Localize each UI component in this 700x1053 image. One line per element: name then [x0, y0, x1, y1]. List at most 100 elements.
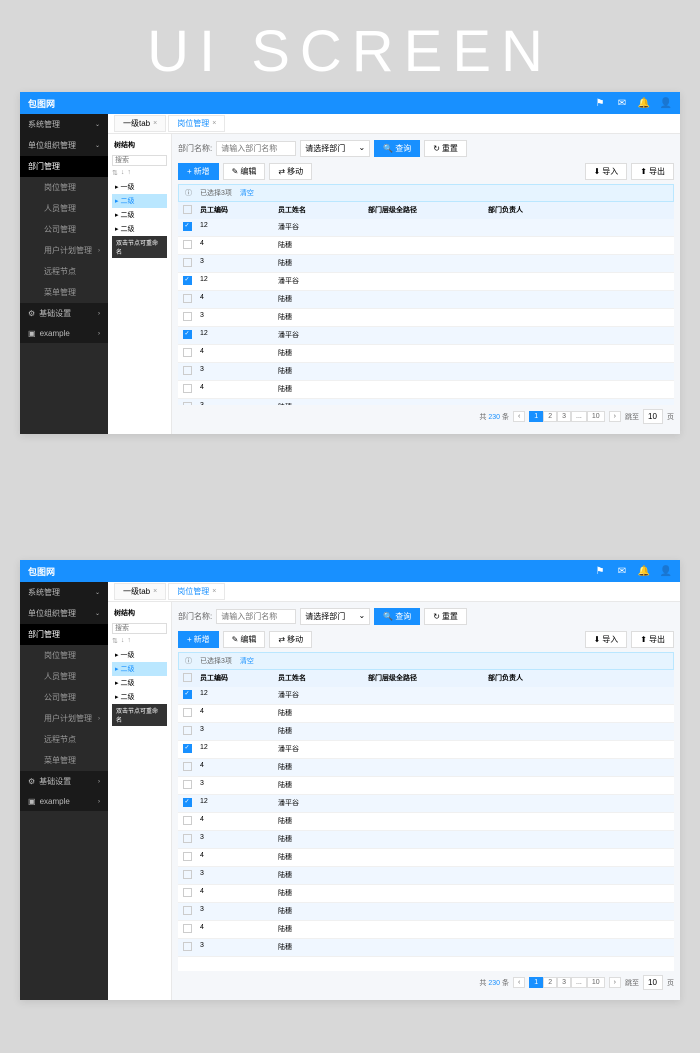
down-icon[interactable]: ↓	[121, 169, 125, 177]
sidebar-item[interactable]: 系统管理⌄	[20, 114, 108, 135]
sidebar-item[interactable]: 菜单管理	[20, 282, 108, 303]
import-button[interactable]: ⬇导入	[585, 163, 628, 180]
page-button[interactable]: 10	[587, 977, 605, 988]
collapse-icon[interactable]: ⇅	[112, 169, 118, 177]
reset-button[interactable]: ↻重置	[424, 140, 467, 157]
table-row[interactable]: 3陆穗	[178, 777, 674, 795]
row-checkbox[interactable]	[183, 888, 192, 897]
row-checkbox[interactable]	[183, 906, 192, 915]
col-dept-owner[interactable]: 部门负责人	[484, 202, 674, 219]
row-checkbox[interactable]	[183, 744, 192, 753]
table-row[interactable]: 12潘平谷	[178, 687, 674, 705]
page-button[interactable]: 1	[529, 411, 543, 422]
row-checkbox[interactable]	[183, 276, 192, 285]
user-icon[interactable]: 👤	[660, 565, 672, 577]
sidebar-item[interactable]: 部门管理	[20, 156, 108, 177]
page-button[interactable]: ...	[571, 977, 587, 988]
add-button[interactable]: +新增	[178, 631, 219, 648]
tree-node[interactable]: ▸ 一级	[112, 648, 167, 662]
row-checkbox[interactable]	[183, 240, 192, 249]
move-button[interactable]: ⇄移动	[269, 163, 312, 180]
row-checkbox[interactable]	[183, 870, 192, 879]
col-dept-path[interactable]: 部门层级全路径	[364, 202, 484, 219]
prev-page[interactable]: ‹	[513, 411, 525, 422]
up-icon[interactable]: ↑	[127, 169, 131, 177]
row-checkbox[interactable]	[183, 924, 192, 933]
row-checkbox[interactable]	[183, 798, 192, 807]
table-row[interactable]: 12潘平谷	[178, 219, 674, 237]
sidebar-item[interactable]: 公司管理	[20, 687, 108, 708]
prev-page[interactable]: ‹	[513, 977, 525, 988]
row-checkbox[interactable]	[183, 726, 192, 735]
search-button[interactable]: 🔍查询	[374, 140, 420, 157]
up-icon[interactable]: ↑	[127, 637, 131, 645]
sidebar-item[interactable]: 人员管理	[20, 198, 108, 219]
sidebar-item[interactable]: 远程节点	[20, 261, 108, 282]
table-row[interactable]: 4陆穗	[178, 921, 674, 939]
user-icon[interactable]: 👤	[660, 97, 672, 109]
row-checkbox[interactable]	[183, 294, 192, 303]
select-all-checkbox[interactable]	[183, 673, 192, 682]
export-button[interactable]: ⬆导出	[631, 163, 674, 180]
row-checkbox[interactable]	[183, 762, 192, 771]
row-checkbox[interactable]	[183, 222, 192, 231]
bell-icon[interactable]: 🔔	[638, 565, 650, 577]
sidebar-item[interactable]: 岗位管理	[20, 177, 108, 198]
table-row[interactable]: 12潘平谷	[178, 273, 674, 291]
col-dept-owner[interactable]: 部门负责人	[484, 670, 674, 687]
select-all-checkbox[interactable]	[183, 205, 192, 214]
tab[interactable]: 岗位管理×	[168, 583, 225, 600]
row-checkbox[interactable]	[183, 330, 192, 339]
sidebar-item[interactable]: ⚙基础设置›	[20, 771, 108, 792]
table-row[interactable]: 3陆穗	[178, 723, 674, 741]
close-icon[interactable]: ×	[212, 588, 216, 595]
tree-node[interactable]: ▸ 一级	[112, 180, 167, 194]
table-row[interactable]: 3陆穗	[178, 939, 674, 957]
clear-selection[interactable]: 清空	[240, 656, 254, 666]
table-row[interactable]: 3陆穗	[178, 363, 674, 381]
col-dept-path[interactable]: 部门层级全路径	[364, 670, 484, 687]
next-page[interactable]: ›	[609, 977, 621, 988]
row-checkbox[interactable]	[183, 708, 192, 717]
jump-input[interactable]	[643, 975, 663, 990]
table-row[interactable]: 12潘平谷	[178, 795, 674, 813]
sidebar-item[interactable]: 菜单管理	[20, 750, 108, 771]
collapse-icon[interactable]: ⇅	[112, 637, 118, 645]
dept-name-input[interactable]	[216, 609, 296, 624]
add-button[interactable]: +新增	[178, 163, 219, 180]
table-row[interactable]: 4陆穗	[178, 759, 674, 777]
tab[interactable]: 一级tab×	[114, 115, 166, 132]
row-checkbox[interactable]	[183, 690, 192, 699]
mail-icon[interactable]: ✉	[616, 565, 628, 577]
sidebar-item[interactable]: 部门管理	[20, 624, 108, 645]
tree-search-input[interactable]	[112, 155, 167, 166]
sidebar-item[interactable]: 远程节点	[20, 729, 108, 750]
close-icon[interactable]: ×	[212, 120, 216, 127]
table-row[interactable]: 3陆穗	[178, 309, 674, 327]
table-row[interactable]: 3陆穗	[178, 255, 674, 273]
sidebar-item[interactable]: 用户计划管理›	[20, 708, 108, 729]
jump-input[interactable]	[643, 409, 663, 424]
row-checkbox[interactable]	[183, 780, 192, 789]
tree-node[interactable]: ▸ 二级	[112, 194, 167, 208]
dept-select[interactable]: 请选择部门⌄	[300, 140, 370, 157]
sidebar-item[interactable]: 系统管理⌄	[20, 582, 108, 603]
table-row[interactable]: 12潘平谷	[178, 741, 674, 759]
tree-node[interactable]: ▸ 二级	[112, 222, 167, 236]
table-row[interactable]: 3陆穗	[178, 867, 674, 885]
table-row[interactable]: 4陆穗	[178, 813, 674, 831]
clear-selection[interactable]: 清空	[240, 188, 254, 198]
page-button[interactable]: ...	[571, 411, 587, 422]
sidebar-item[interactable]: ⚙基础设置›	[20, 303, 108, 324]
flag-icon[interactable]: ⚑	[594, 97, 606, 109]
table-row[interactable]: 4陆穗	[178, 885, 674, 903]
table-row[interactable]: 4陆穗	[178, 291, 674, 309]
page-button[interactable]: 3	[557, 977, 571, 988]
table-row[interactable]: 12潘平谷	[178, 327, 674, 345]
table-row[interactable]: 4陆穗	[178, 705, 674, 723]
col-employee-name[interactable]: 员工姓名	[274, 670, 364, 687]
page-button[interactable]: 3	[557, 411, 571, 422]
page-button[interactable]: 2	[543, 977, 557, 988]
sidebar-item[interactable]: 人员管理	[20, 666, 108, 687]
sidebar-item[interactable]: 公司管理	[20, 219, 108, 240]
